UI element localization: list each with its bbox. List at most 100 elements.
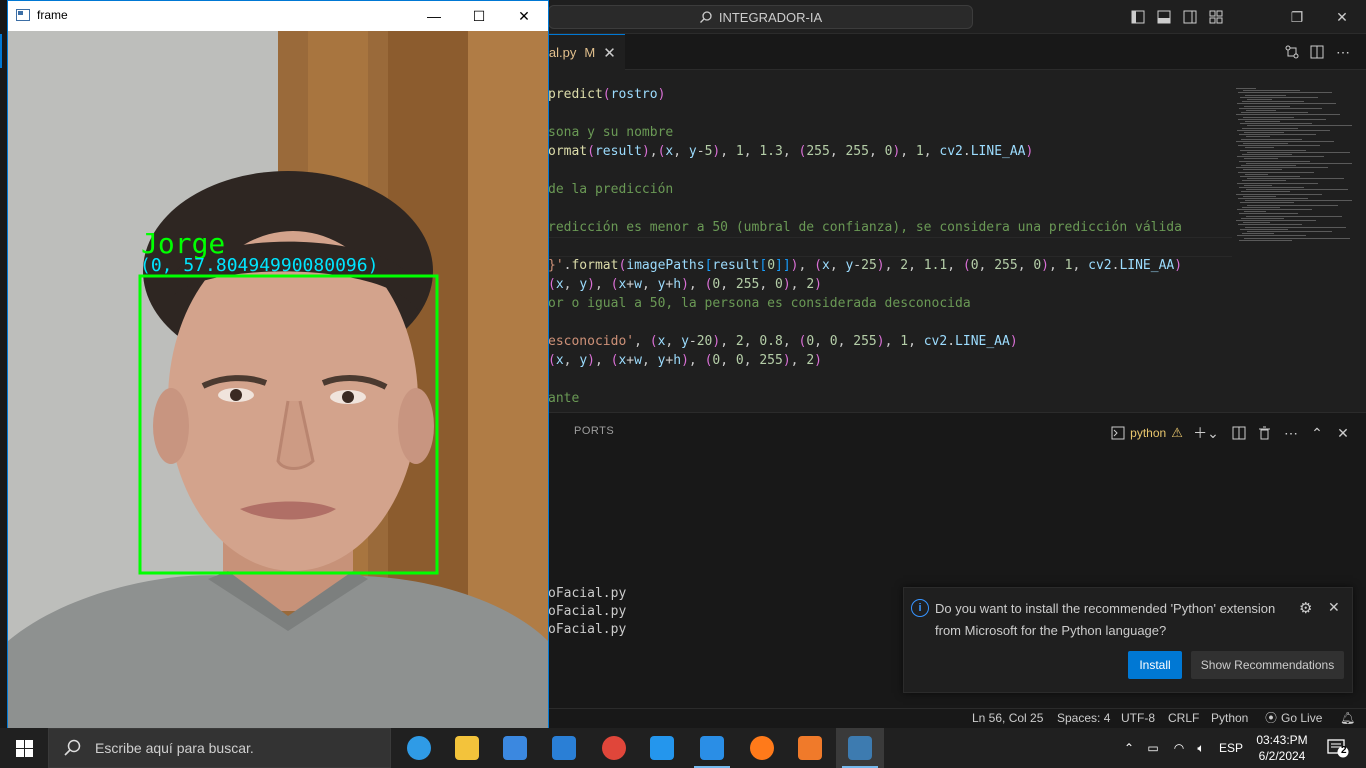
xampp-icon[interactable] — [786, 728, 834, 768]
notification-count-badge: 2 — [1341, 745, 1347, 756]
close-icon: ✕ — [518, 7, 530, 24]
minimap-line — [1246, 215, 1342, 217]
minimap-line — [1245, 200, 1352, 202]
editor-tab-active[interactable]: ial.py M ✕ — [540, 34, 625, 70]
code-line[interactable]: (x, y), (x+w, y+h), (0, 255, 0), 2) — [548, 275, 822, 294]
editor-scrollbar[interactable] — [1352, 70, 1366, 412]
toggle-secondary-sidebar-icon[interactable] — [1181, 8, 1199, 26]
command-center-label: INTEGRADOR-IA — [718, 9, 823, 25]
panel-more-icon[interactable]: ⋯ — [1282, 423, 1300, 443]
gear-icon[interactable]: ⚙ — [1299, 599, 1312, 617]
status-indentation[interactable]: Spaces: 4 — [1057, 710, 1110, 726]
minimap[interactable] — [1236, 88, 1356, 248]
store-icon[interactable] — [491, 728, 539, 768]
volume-icon[interactable]: 🔈︎ — [1190, 728, 1212, 768]
docker-icon[interactable] — [638, 728, 686, 768]
maximize-button[interactable]: ☐ — [456, 1, 502, 31]
maximize-icon: ☐ — [472, 7, 486, 24]
toggle-panel-icon[interactable] — [1155, 8, 1173, 26]
status-language[interactable]: Python — [1211, 710, 1248, 726]
minimap-line — [1237, 209, 1312, 210]
code-line[interactable]: ormat(result),(x, y-5), 1, 1.3, (255, 25… — [548, 142, 1033, 161]
close-notification-icon[interactable]: ✕ — [1328, 599, 1340, 616]
store-icon-glyph — [503, 736, 527, 760]
info-icon: i — [911, 599, 929, 617]
minimap-line — [1239, 187, 1304, 188]
taskbar-search[interactable]: Escribe aquí para buscar. — [48, 728, 391, 768]
start-button[interactable] — [0, 728, 48, 768]
minimap-line — [1243, 222, 1270, 224]
chrome-icon[interactable] — [590, 728, 638, 768]
toggle-primary-sidebar-icon[interactable] — [1129, 8, 1147, 26]
close-window-icon[interactable]: ✕ — [1333, 8, 1351, 26]
notifications-bell-icon[interactable]: 🔔︎ — [1340, 710, 1355, 726]
show-recommendations-button[interactable]: Show Recommendations — [1191, 651, 1344, 679]
code-line[interactable]: esconocido', (x, y-20), 2, 0.8, (0, 0, 2… — [548, 332, 1018, 351]
status-go-live[interactable]: ⦿ Go Live — [1265, 710, 1322, 726]
code-line[interactable]: predict(rostro) — [548, 85, 665, 104]
vscode-icon[interactable] — [688, 728, 736, 768]
close-button[interactable]: ✕ — [501, 1, 547, 31]
status-eol[interactable]: CRLF — [1168, 710, 1199, 726]
chrome-icon-glyph — [602, 736, 626, 760]
minimap-line — [1239, 107, 1322, 109]
python-icon-glyph — [848, 736, 872, 760]
split-terminal-icon[interactable] — [1230, 423, 1248, 443]
xampp-icon-glyph — [798, 736, 822, 760]
tray-chevron-icon[interactable]: ⌃ — [1119, 728, 1139, 768]
firefox-icon[interactable] — [738, 728, 786, 768]
search-placeholder: Escribe aquí para buscar. — [95, 740, 254, 756]
code-line[interactable]: de la predicción — [548, 180, 673, 199]
minimap-line — [1238, 92, 1332, 94]
minimap-line — [1247, 151, 1350, 153]
code-line[interactable]: redicción es menor a 50 (umbral de confi… — [548, 218, 1182, 237]
open-changes-icon[interactable] — [1283, 43, 1301, 61]
terminal-selector[interactable]: python ⚠ — [1107, 423, 1187, 443]
file-explorer-icon[interactable] — [443, 728, 491, 768]
code-line[interactable]: sona y su nombre — [548, 123, 673, 142]
minimap-line — [1240, 202, 1294, 204]
status-cursor-position[interactable]: Ln 56, Col 25 — [972, 710, 1043, 726]
code-line[interactable]: }'.format(imagePaths[result[0]]), (x, y-… — [548, 256, 1182, 275]
split-editor-icon[interactable] — [1308, 43, 1326, 61]
mail-icon[interactable] — [540, 728, 588, 768]
edge-icon[interactable] — [395, 728, 443, 768]
maximize-panel-icon[interactable]: ⌃ — [1308, 423, 1326, 443]
minimap-line — [1245, 226, 1346, 228]
install-button[interactable]: Install — [1128, 651, 1182, 679]
code-line[interactable]: or o igual a 50, la persona es considera… — [548, 294, 971, 313]
new-terminal-icon[interactable]: ＋⌄ — [1190, 423, 1222, 443]
minimap-line — [1237, 182, 1318, 184]
clock[interactable]: 03:43:PM 6/2/2024 — [1252, 728, 1312, 768]
minimap-line — [1240, 149, 1306, 151]
minimap-line — [1242, 180, 1286, 182]
network-battery-icon[interactable]: ▭ — [1142, 728, 1164, 768]
code-line[interactable]: ante — [548, 389, 579, 408]
clock-time: 03:43:PM — [1256, 733, 1308, 747]
code-line[interactable]: (x, y), (x+w, y+h), (0, 0, 255), 2) — [548, 351, 822, 370]
customize-layout-icon[interactable] — [1207, 8, 1225, 26]
action-center-icon[interactable]: 2 — [1320, 728, 1356, 768]
minimize-button[interactable]: — — [411, 1, 457, 31]
webcam-image: Jorge (0, 57.80494990080096) — [8, 31, 548, 728]
input-language[interactable]: ESP — [1216, 728, 1246, 768]
python-icon[interactable] — [836, 728, 884, 768]
minimap-line — [1243, 116, 1294, 118]
more-actions-icon[interactable]: ⋯ — [1334, 43, 1352, 61]
minimap-line — [1236, 193, 1322, 195]
minimap-line — [1242, 101, 1304, 103]
trash-icon[interactable] — [1255, 423, 1273, 443]
command-center-search[interactable]: INTEGRADOR-IA — [548, 5, 973, 29]
minimap-line — [1236, 114, 1340, 116]
minimap-line — [1245, 121, 1280, 122]
tab-close-icon[interactable]: ✕ — [603, 44, 616, 62]
firefox-icon-glyph — [750, 736, 774, 760]
close-panel-icon[interactable]: ✕ — [1334, 423, 1352, 443]
file-explorer-icon-glyph — [455, 736, 479, 760]
tab-ports[interactable]: PORTS — [574, 425, 614, 437]
terminal-icon — [1111, 426, 1125, 440]
status-encoding[interactable]: UTF-8 — [1121, 710, 1155, 726]
restore-icon[interactable]: ❐ — [1288, 8, 1306, 26]
wifi-icon[interactable]: ◠ — [1168, 728, 1190, 768]
minimap-line — [1242, 127, 1298, 129]
